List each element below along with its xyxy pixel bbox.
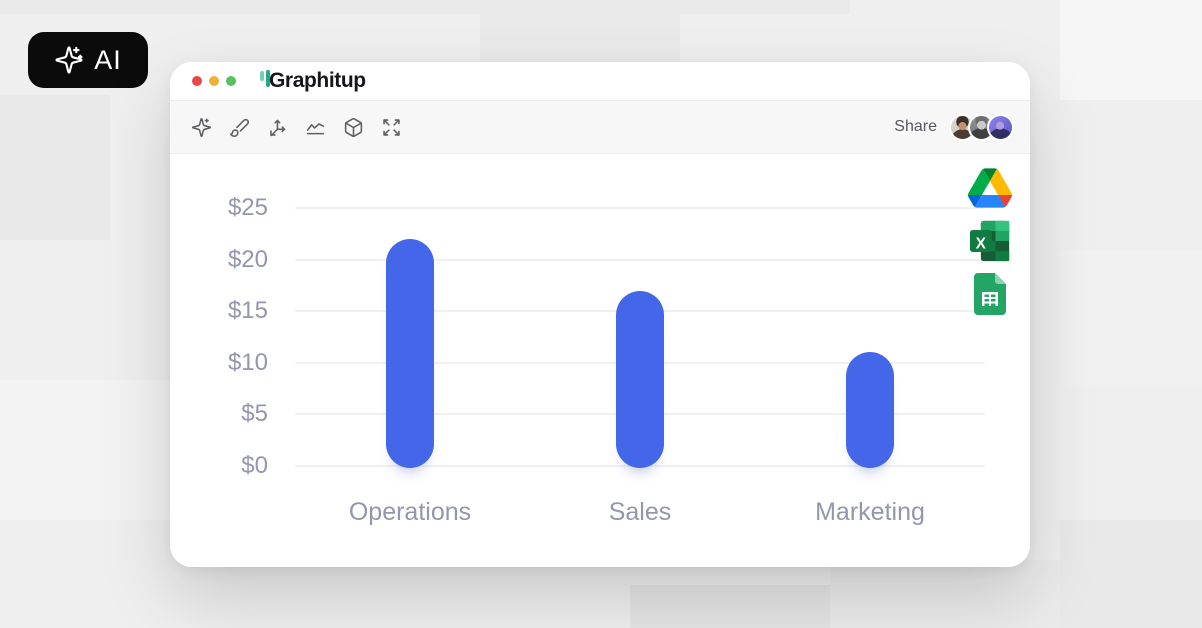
svg-text:X: X <box>976 235 987 252</box>
y-axis-tick-label: $20 <box>170 246 268 274</box>
toolbar: Share <box>170 100 1030 154</box>
background-tile <box>1060 250 1202 385</box>
y-axis-tick-label: $15 <box>170 297 268 325</box>
x-axis-category-label: Operations <box>320 498 500 527</box>
app-name: Graphitup <box>269 69 366 93</box>
gridline <box>295 207 985 209</box>
app-logo: Graphitup <box>260 69 366 93</box>
bar-marketing[interactable] <box>846 352 894 468</box>
bar-chart: $25 $20 $15 $10 $5 $0 Operations Sales Marketing <box>170 154 1030 567</box>
move-3d-icon[interactable] <box>267 117 288 138</box>
y-axis-tick-label: $25 <box>170 194 268 222</box>
y-axis-tick-label: $5 <box>170 400 268 428</box>
share-button[interactable]: Share <box>894 118 937 136</box>
line-chart-icon[interactable] <box>305 117 326 138</box>
background-tile <box>0 0 850 14</box>
close-window-button[interactable] <box>192 76 202 86</box>
app-window: Graphitup <box>170 62 1030 567</box>
google-drive-icon[interactable] <box>968 168 1012 208</box>
collaborator-avatars <box>949 114 1014 141</box>
paintbrush-icon[interactable] <box>229 117 250 138</box>
background-tile <box>0 380 170 520</box>
minimize-window-button[interactable] <box>209 76 219 86</box>
y-axis-tick-label: $0 <box>170 452 268 480</box>
sparkles-icon[interactable] <box>191 117 212 138</box>
window-titlebar: Graphitup <box>170 62 1030 100</box>
x-axis-category-label: Marketing <box>780 498 960 527</box>
cube-icon[interactable] <box>343 117 364 138</box>
background-tile <box>1060 0 1202 100</box>
sparkles-icon <box>54 45 84 75</box>
bar-sales[interactable] <box>616 291 664 468</box>
background-tile <box>630 585 830 628</box>
y-axis-tick-label: $10 <box>170 349 268 377</box>
avatar[interactable] <box>987 114 1014 141</box>
microsoft-excel-icon[interactable]: X <box>968 220 1012 262</box>
background-tile <box>0 95 110 240</box>
expand-icon[interactable] <box>381 117 402 138</box>
google-sheets-icon[interactable] <box>968 273 1012 315</box>
ai-badge-label: AI <box>94 45 122 76</box>
bar-operations[interactable] <box>386 239 434 468</box>
traffic-lights <box>192 76 236 86</box>
ai-badge: AI <box>28 32 148 88</box>
x-axis-category-label: Sales <box>550 498 730 527</box>
background-tile <box>1060 520 1202 628</box>
background-tile <box>830 560 1060 628</box>
zoom-window-button[interactable] <box>226 76 236 86</box>
